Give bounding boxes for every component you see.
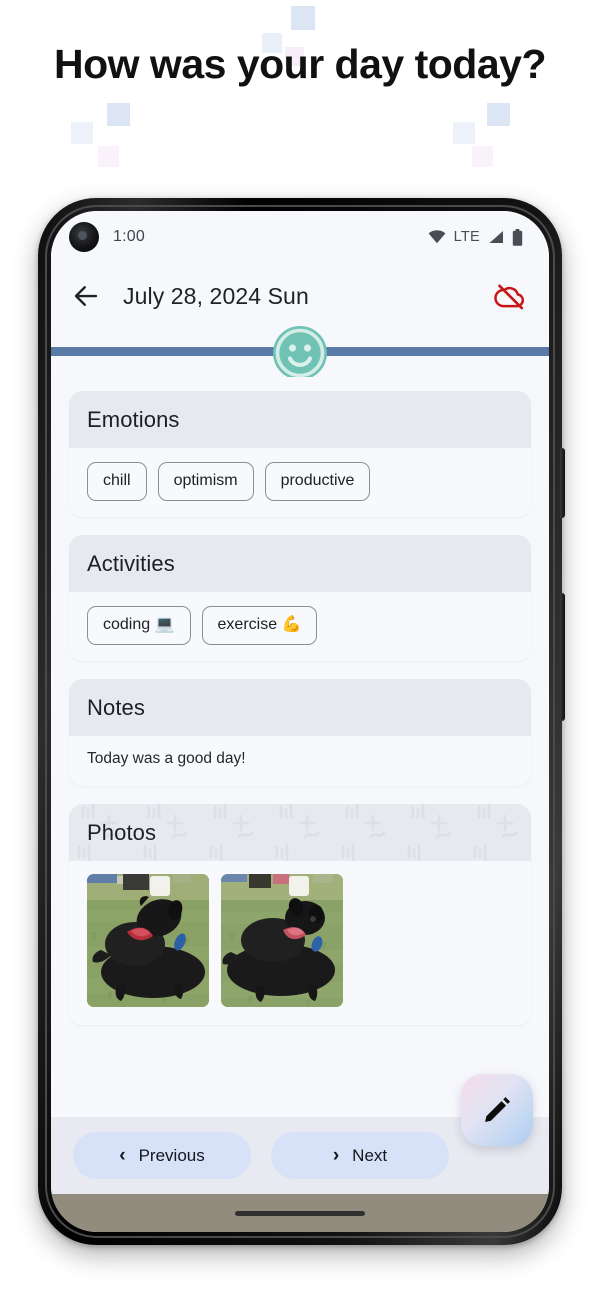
emotion-chip[interactable]: optimism xyxy=(157,462,254,501)
next-button-label: Next xyxy=(352,1145,388,1165)
card-emotions: Emotions chill optimism productive xyxy=(69,391,531,517)
system-navigation-bar xyxy=(51,1194,549,1232)
phone-device-frame: 1:00 LTE July 28, 2024 Sun Emotions chil… xyxy=(38,198,565,1245)
mood-slider[interactable] xyxy=(51,326,549,380)
smiley-face-icon[interactable] xyxy=(272,325,328,381)
chevron-right-icon: › xyxy=(332,1145,340,1166)
page-title: How was your day today? xyxy=(54,41,547,87)
activity-chip[interactable]: exercise 💪 xyxy=(201,605,318,645)
date-title: July 28, 2024 Sun xyxy=(123,282,309,309)
emotion-chip[interactable]: chill xyxy=(87,462,147,501)
card-header: Photos xyxy=(69,803,531,861)
decor-square xyxy=(487,103,510,126)
chevron-left-icon: ‹ xyxy=(119,1145,126,1166)
card-title: Photos xyxy=(87,819,157,845)
back-arrow-icon[interactable] xyxy=(71,281,101,311)
decor-square xyxy=(71,122,93,144)
card-title: Emotions xyxy=(87,407,180,432)
emotion-chip[interactable]: productive xyxy=(264,462,371,501)
app-bar: July 28, 2024 Sun xyxy=(51,263,549,329)
decor-square xyxy=(107,103,130,126)
card-notes: Notes Today was a good day! xyxy=(69,678,531,786)
cloud-off-icon[interactable] xyxy=(494,280,527,313)
mood-slider-thumb[interactable] xyxy=(272,325,328,381)
decor-square xyxy=(98,146,119,167)
previous-button-label: Previous xyxy=(138,1145,205,1165)
phone-screen: 1:00 LTE July 28, 2024 Sun Emotions chil… xyxy=(51,211,549,1232)
photo-thumbnail[interactable] xyxy=(221,873,343,1007)
power-button[interactable] xyxy=(560,593,565,721)
decor-square xyxy=(291,6,315,30)
status-indicators: LTE xyxy=(428,228,523,246)
edit-fab-button[interactable] xyxy=(461,1074,533,1146)
activities-chip-list: coding 💻 exercise 💪 xyxy=(69,592,531,661)
decor-square xyxy=(472,146,493,167)
decor-square xyxy=(453,122,475,144)
volume-button[interactable] xyxy=(560,448,565,518)
photo-thumbnail[interactable] xyxy=(87,873,209,1007)
activity-chip[interactable]: coding 💻 xyxy=(87,605,191,645)
battery-icon xyxy=(512,228,523,246)
card-photos: Photos xyxy=(69,803,531,1025)
card-header: Emotions xyxy=(69,391,531,448)
emotions-chip-list: chill optimism productive xyxy=(69,448,531,517)
card-title: Activities xyxy=(87,550,175,576)
network-type-label: LTE xyxy=(453,229,480,245)
status-bar: 1:00 LTE xyxy=(51,211,549,263)
photo-grid xyxy=(69,861,531,1025)
status-time: 1:00 xyxy=(113,228,145,245)
home-indicator[interactable] xyxy=(235,1210,365,1216)
wifi-icon xyxy=(428,230,445,244)
previous-button[interactable]: ‹ Previous xyxy=(73,1132,251,1179)
card-header: Notes xyxy=(69,678,531,736)
signal-icon xyxy=(489,231,503,243)
notes-text[interactable]: Today was a good day! xyxy=(69,736,531,786)
card-activities: Activities coding 💻 exercise 💪 xyxy=(69,534,531,661)
next-button[interactable]: › Next xyxy=(271,1132,449,1179)
pencil-edit-icon xyxy=(485,1097,511,1123)
card-title: Notes xyxy=(87,694,145,720)
front-camera-punch-hole xyxy=(69,222,99,252)
card-header: Activities xyxy=(69,534,531,592)
journal-content: Emotions chill optimism productive Activ… xyxy=(51,377,549,1145)
promo-banner: How was your day today? xyxy=(0,0,600,200)
